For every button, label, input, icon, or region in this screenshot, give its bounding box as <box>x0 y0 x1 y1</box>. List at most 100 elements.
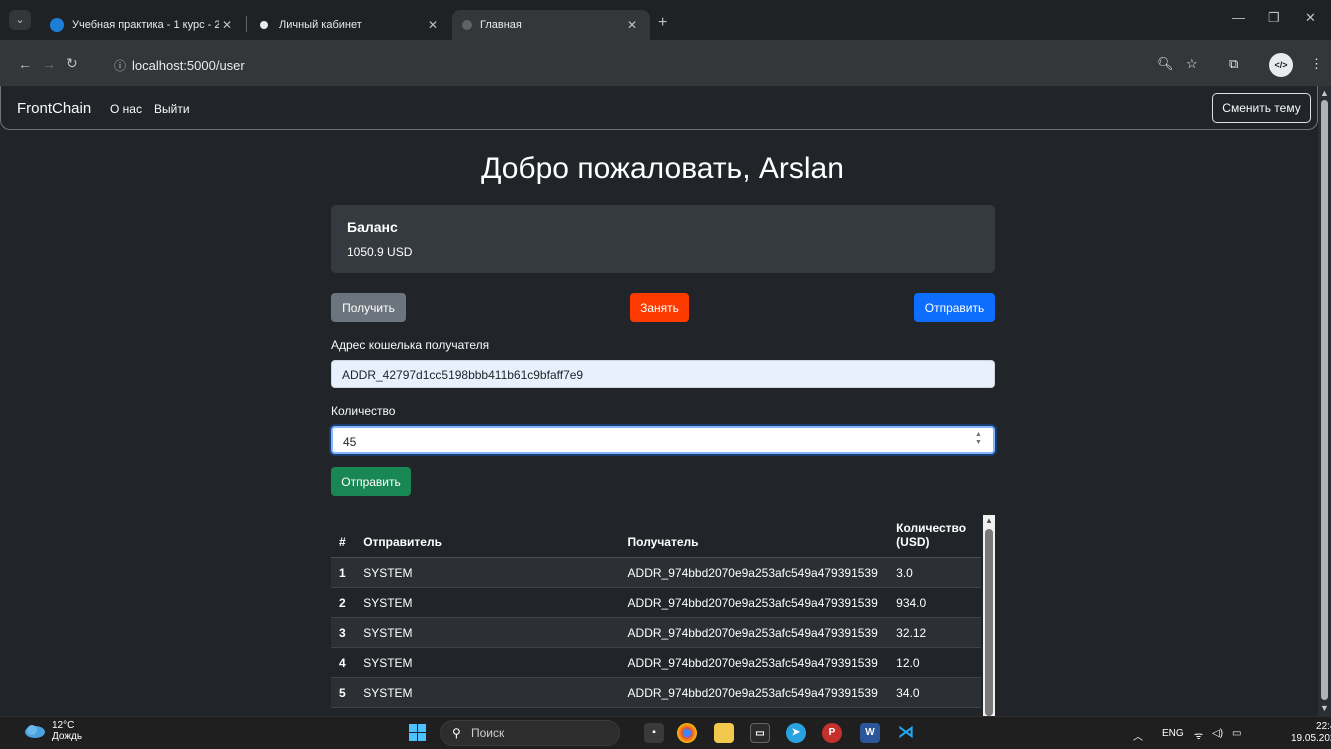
globe-favicon-icon <box>257 18 271 32</box>
row-recipient: ADDR_974bbd2070e9a253afc549a479391539 <box>619 587 889 618</box>
row-amount: 34.0 <box>888 677 981 708</box>
scroll-up-arrow-icon[interactable]: ▲ <box>1320 88 1329 98</box>
row-recipient: ADDR_974bbd2070e9a253afc549a479391539 <box>619 617 889 648</box>
minimize-icon[interactable]: — <box>1232 10 1245 25</box>
tab-title: Личный кабинет <box>279 19 362 31</box>
file-explorer-icon[interactable] <box>714 723 734 743</box>
row-amount: 12.0 <box>888 647 981 678</box>
table-row: 2 SYSTEM ADDR_974bbd2070e9a253afc549a479… <box>331 587 981 618</box>
address-bar[interactable] <box>109 52 1209 80</box>
column-header-recipient: Получатель <box>619 515 889 558</box>
send-tab-button[interactable]: Отправить <box>914 293 995 322</box>
row-index: 2 <box>331 587 356 618</box>
borrow-button[interactable]: Занять <box>630 293 689 322</box>
table-row: 3 SYSTEM ADDR_974bbd2070e9a253afc549a479… <box>331 617 981 648</box>
row-sender: SYSTEM <box>355 617 620 648</box>
tab-cabinet[interactable]: Личный кабинет ✕ <box>247 10 451 40</box>
table-scroll-up-icon[interactable]: ▲ <box>985 516 993 525</box>
moodle-favicon-icon <box>50 18 64 32</box>
zoom-icon[interactable]: 🔍︎ <box>1157 56 1174 72</box>
browser-menu-icon[interactable]: ⋮ <box>1310 56 1323 72</box>
welcome-heading: Добро пожаловать, Arslan <box>481 152 844 185</box>
site-info-icon[interactable]: ⓘ <box>114 57 126 74</box>
number-spinner-icon[interactable]: ▲ ▼ <box>975 431 982 447</box>
app-p-icon[interactable]: P <box>822 723 842 743</box>
balance-value: 1050.9 USD <box>347 245 413 259</box>
close-icon[interactable]: ✕ <box>624 18 640 32</box>
column-header-sender: Отправитель <box>355 515 620 558</box>
submit-send-button[interactable]: Отправить <box>331 467 411 496</box>
row-recipient: ADDR_974bbd2070e9a253afc549a479391539 <box>619 647 889 678</box>
table-row: 4 SYSTEM ADDR_974bbd2070e9a253afc549a479… <box>331 647 981 678</box>
balance-card: Баланс 1050.9 USD <box>331 205 995 273</box>
scroll-down-arrow-icon[interactable]: ▼ <box>1320 703 1329 713</box>
page-scroll-thumb[interactable] <box>1321 100 1328 700</box>
table-header-row: # Отправитель Получатель Количество (USD… <box>331 515 981 558</box>
bookmark-star-icon[interactable]: ☆ <box>1186 56 1198 72</box>
windows-taskbar <box>0 716 1331 749</box>
row-index: 1 <box>331 557 356 588</box>
row-sender: SYSTEM <box>355 677 620 708</box>
wifi-icon[interactable]: ᯤ <box>1194 728 1203 742</box>
tab-search-chevron-icon[interactable]: ⌄ <box>9 10 31 30</box>
new-tab-icon[interactable]: + <box>658 14 667 32</box>
task-view-icon[interactable]: ▪ <box>644 723 664 743</box>
row-sender: SYSTEM <box>355 587 620 618</box>
volume-icon[interactable]: ◁) <box>1212 728 1223 739</box>
receive-button[interactable]: Получить <box>331 293 406 322</box>
restore-icon[interactable]: ❐ <box>1268 10 1280 26</box>
weather-widget[interactable]: 12°C Дождь <box>52 720 82 742</box>
url-text: localhost:5000/user <box>132 58 245 73</box>
row-recipient: ADDR_974bbd2070e9a253afc549a479391539 <box>619 557 889 588</box>
balance-title: Баланс <box>347 219 398 235</box>
word-icon[interactable]: W <box>860 723 880 743</box>
tray-overflow-icon[interactable]: ︿ <box>1133 728 1143 743</box>
battery-icon[interactable]: ▭ <box>1232 728 1241 739</box>
telegram-icon[interactable]: ➤ <box>786 723 806 743</box>
row-index: 5 <box>331 677 356 708</box>
search-icon: ⚲ <box>452 726 461 740</box>
table-row: 1 SYSTEM ADDR_974bbd2070e9a253afc549a479… <box>331 557 981 588</box>
page-favicon-icon <box>462 20 472 30</box>
tab-home[interactable]: Главная ✕ <box>452 10 650 40</box>
page-viewport: FrontChain О нас Выйти Сменить тему ▲ ▼ … <box>0 86 1331 716</box>
extensions-icon[interactable]: ⧉ <box>1229 56 1238 72</box>
chrome-icon[interactable] <box>677 723 697 743</box>
row-amount: 3.0 <box>888 557 981 588</box>
row-sender: SYSTEM <box>355 557 620 588</box>
reload-icon[interactable]: ↻ <box>66 55 78 72</box>
vscode-icon[interactable]: ⋊ <box>896 723 916 743</box>
taskbar-search[interactable]: Поиск <box>440 720 620 746</box>
amount-input[interactable]: 45 <box>331 426 995 454</box>
nav-link-logout[interactable]: Выйти <box>154 102 190 116</box>
table-row: 5 SYSTEM ADDR_974bbd2070e9a253afc549a479… <box>331 677 981 708</box>
close-window-icon[interactable]: ✕ <box>1305 10 1316 26</box>
toggle-theme-button[interactable]: Сменить тему <box>1212 93 1311 123</box>
language-indicator[interactable]: ENG <box>1162 728 1184 739</box>
close-icon[interactable]: ✕ <box>219 18 235 32</box>
column-header-index: # <box>331 515 356 558</box>
system-clock[interactable]: 22:49 19.05.2025 <box>1291 721 1331 745</box>
table-scroll-thumb[interactable] <box>985 529 993 716</box>
rain-cloud-icon[interactable] <box>24 724 46 740</box>
address-label: Адрес кошелька получателя <box>331 338 490 352</box>
site-navbar: FrontChain О нас Выйти Сменить тему <box>0 86 1318 130</box>
tab-practice[interactable]: Учебная практика - 1 курс - 2( ✕ <box>40 10 245 40</box>
back-icon[interactable]: ← <box>18 56 32 72</box>
amount-label: Количество <box>331 404 396 418</box>
tab-title: Учебная практика - 1 курс - 2( <box>72 19 219 31</box>
devtools-profile-icon[interactable]: </> <box>1269 53 1293 77</box>
recipient-address-input[interactable]: ADDR_42797d1cc5198bbb411b61c9bfaff7e9 <box>331 360 995 388</box>
forward-icon[interactable]: → <box>42 56 56 72</box>
close-icon[interactable]: ✕ <box>425 18 441 32</box>
nav-link-about[interactable]: О нас <box>110 102 142 116</box>
transactions-table: # Отправитель Получатель Количество (USD… <box>331 515 995 716</box>
row-amount: 934.0 <box>888 587 981 618</box>
weather-description: Дождь <box>52 731 83 742</box>
brand-logo[interactable]: FrontChain <box>17 100 91 117</box>
terminal-icon[interactable]: ▭ <box>750 723 770 743</box>
browser-tab-strip: ⌄ Учебная практика - 1 курс - 2( ✕ Личны… <box>0 0 1331 40</box>
tab-title: Главная <box>480 19 522 31</box>
windows-start-icon[interactable] <box>409 724 426 741</box>
clock-date: 19.05.2025 <box>1291 733 1331 744</box>
